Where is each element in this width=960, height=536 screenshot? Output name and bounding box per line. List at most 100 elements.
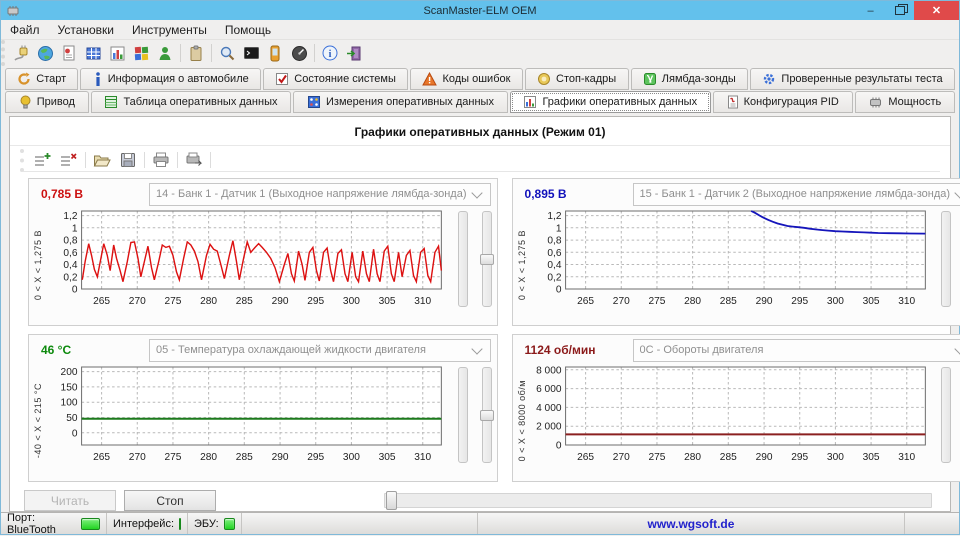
tab-label: Мощность bbox=[888, 96, 941, 108]
svg-text:265: 265 bbox=[93, 296, 110, 307]
info-icon[interactable]: i bbox=[318, 42, 342, 64]
menu-help[interactable]: Помощь bbox=[216, 23, 280, 37]
svg-text:0: 0 bbox=[555, 441, 561, 452]
tab-label: Информация о автомобиле bbox=[108, 73, 249, 85]
svg-text:0,8: 0,8 bbox=[63, 236, 78, 247]
pid-select-value: 0C - Обороты двигателя bbox=[640, 344, 764, 356]
toolbar-separator bbox=[144, 152, 145, 168]
tab-vehicle-info[interactable]: Информация о автомобиле bbox=[80, 68, 261, 90]
bottom-controls: Читать Стоп bbox=[10, 490, 950, 511]
svg-text:0: 0 bbox=[72, 285, 78, 296]
pid-select[interactable]: 15 - Банк 1 - Датчик 2 (Выходное напряже… bbox=[633, 183, 960, 206]
terminal-icon[interactable] bbox=[239, 42, 263, 64]
toolbar-separator bbox=[177, 152, 178, 168]
status-interface: Интерфейс: bbox=[107, 513, 188, 534]
svg-text:280: 280 bbox=[684, 296, 701, 307]
svg-text:275: 275 bbox=[164, 452, 181, 463]
menu-tools[interactable]: Инструменты bbox=[123, 23, 216, 37]
open-icon[interactable] bbox=[89, 150, 115, 170]
svg-text:285: 285 bbox=[236, 296, 253, 307]
timeline-scrollbar[interactable] bbox=[384, 493, 932, 508]
y-range-label: 0 < X < 1,275 В bbox=[515, 207, 529, 323]
save-icon[interactable] bbox=[115, 150, 141, 170]
tab-lambda[interactable]: Лямбда-зонды bbox=[631, 68, 749, 90]
toolbar-separator bbox=[180, 44, 181, 62]
svg-text:280: 280 bbox=[200, 296, 217, 307]
read-button[interactable]: Читать bbox=[24, 490, 116, 511]
svg-text:290: 290 bbox=[272, 296, 289, 307]
pid-select[interactable]: 05 - Температура охлаждающей жидкости дв… bbox=[149, 339, 491, 362]
print-preview-icon[interactable] bbox=[181, 150, 207, 170]
minimize-button[interactable]: – bbox=[856, 1, 885, 20]
tab-test-results[interactable]: Проверенные результаты теста bbox=[750, 68, 955, 90]
globe-icon[interactable] bbox=[33, 42, 57, 64]
slider-thumb[interactable] bbox=[480, 254, 494, 265]
tab-label: Измерения оперативных данных bbox=[326, 96, 494, 108]
tab-system-status[interactable]: Состояние системы bbox=[263, 68, 408, 90]
clipboard-icon[interactable] bbox=[184, 42, 208, 64]
svg-text:0,2: 0,2 bbox=[547, 272, 562, 283]
add-graph-icon[interactable] bbox=[30, 150, 56, 170]
svg-text:2 000: 2 000 bbox=[536, 422, 562, 433]
menu-settings[interactable]: Установки bbox=[49, 23, 123, 37]
search-icon[interactable] bbox=[215, 42, 239, 64]
tab-live-data-measurements[interactable]: Измерения оперативных данных bbox=[293, 91, 507, 113]
website-link[interactable]: www.wgsoft.de bbox=[648, 517, 735, 531]
tab-label: Лямбда-зонды bbox=[662, 73, 736, 85]
scale-slider-min[interactable] bbox=[458, 211, 468, 307]
live-table-icon bbox=[104, 95, 118, 109]
report-icon[interactable] bbox=[57, 42, 81, 64]
svg-text:280: 280 bbox=[684, 452, 701, 463]
tab-strip: Старт Информация о автомобиле Состояние … bbox=[1, 66, 959, 113]
scale-slider-min[interactable] bbox=[941, 367, 951, 463]
svg-text:270: 270 bbox=[612, 452, 629, 463]
svg-text:265: 265 bbox=[577, 452, 594, 463]
windows-icon[interactable] bbox=[129, 42, 153, 64]
chart-value: 1124 об/мин bbox=[525, 343, 633, 357]
scrollbar-thumb[interactable] bbox=[386, 491, 397, 510]
status-bar: Порт: BlueTooth Интерфейс: ЭБУ: www.wgso… bbox=[1, 512, 959, 534]
chart-panel-engine-rpm: 1124 об/мин 0C - Обороты двигателя 0 < X… bbox=[512, 334, 960, 482]
svg-text:200: 200 bbox=[61, 367, 78, 378]
pid-select[interactable]: 0C - Обороты двигателя bbox=[633, 339, 960, 362]
scale-slider-max[interactable] bbox=[482, 367, 492, 463]
print-icon[interactable] bbox=[148, 150, 174, 170]
close-button[interactable]: ✕ bbox=[914, 1, 959, 20]
scale-slider-min[interactable] bbox=[458, 367, 468, 463]
tab-dtc[interactable]: Коды ошибок bbox=[410, 68, 523, 90]
scale-sliders bbox=[452, 207, 495, 323]
tab-live-data-table[interactable]: Таблица оперативных данных bbox=[91, 91, 292, 113]
remove-graph-icon[interactable] bbox=[56, 150, 82, 170]
device-icon[interactable] bbox=[263, 42, 287, 64]
status-empty-right bbox=[905, 513, 959, 534]
restore-button[interactable] bbox=[885, 1, 914, 20]
tab-actuator[interactable]: Привод bbox=[5, 91, 89, 113]
chart-icon[interactable] bbox=[105, 42, 129, 64]
tab-freeze-frames[interactable]: Стоп-кадры bbox=[525, 68, 629, 90]
svg-text:305: 305 bbox=[862, 452, 879, 463]
menu-file[interactable]: Файл bbox=[1, 23, 49, 37]
slider-thumb[interactable] bbox=[480, 410, 494, 421]
pid-select[interactable]: 14 - Банк 1 - Датчик 1 (Выходное напряже… bbox=[149, 183, 491, 206]
tab-live-data-graphs[interactable]: Графики оперативных данных bbox=[510, 91, 711, 113]
stop-button[interactable]: Стоп bbox=[124, 490, 216, 511]
tab-pid-config[interactable]: Конфигурация PID bbox=[713, 91, 853, 113]
graph-toolbar bbox=[20, 149, 940, 172]
grid-icon[interactable] bbox=[81, 42, 105, 64]
connect-icon[interactable] bbox=[9, 42, 33, 64]
svg-text:300: 300 bbox=[343, 452, 360, 463]
svg-text:8 000: 8 000 bbox=[536, 365, 562, 376]
scale-slider-max[interactable] bbox=[482, 211, 492, 307]
scale-sliders bbox=[935, 207, 960, 323]
svg-text:285: 285 bbox=[236, 452, 253, 463]
exit-icon[interactable] bbox=[342, 42, 366, 64]
chevron-down-icon bbox=[954, 343, 960, 354]
svg-text:270: 270 bbox=[129, 452, 146, 463]
user-icon[interactable] bbox=[153, 42, 177, 64]
restore-icon bbox=[895, 6, 905, 15]
gauge-icon[interactable] bbox=[287, 42, 311, 64]
tab-power[interactable]: Мощность bbox=[855, 91, 955, 113]
svg-text:265: 265 bbox=[93, 452, 110, 463]
scale-slider-min[interactable] bbox=[941, 211, 951, 307]
tab-start[interactable]: Старт bbox=[5, 68, 78, 90]
